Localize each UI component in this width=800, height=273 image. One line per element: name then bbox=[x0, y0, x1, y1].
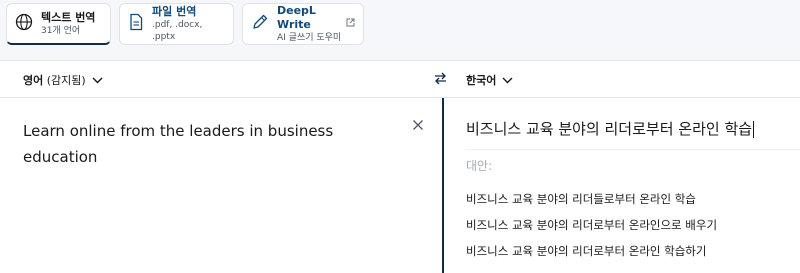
translation-output[interactable]: 비즈니스 교육 분야의 리더로부터 온라인 학습 bbox=[466, 118, 755, 140]
tab-text-translation[interactable]: 텍스트 번역 31개 언어 bbox=[6, 3, 111, 45]
source-text-input[interactable]: Learn online from the leaders in busines… bbox=[23, 118, 393, 170]
document-icon bbox=[128, 13, 144, 35]
globe-icon bbox=[15, 13, 33, 35]
tab-file-translation[interactable]: 파일 번역 .pdf, .docx, .pptx bbox=[119, 3, 234, 45]
tab-subtitle: AI 글쓰기 도우미 bbox=[277, 33, 342, 43]
chevron-down-icon bbox=[502, 74, 513, 87]
source-language-name: 영어 bbox=[23, 74, 44, 87]
detected-label: (감지됨) bbox=[46, 74, 86, 87]
alternative-item[interactable]: 비즈니스 교육 분야의 리더로부터 온라인으로 배우기 bbox=[466, 212, 717, 238]
translator-panels: 영어 (감지됨) 한국어 Learn online from the leade… bbox=[0, 60, 800, 273]
language-bar: 영어 (감지됨) 한국어 bbox=[0, 61, 800, 98]
chevron-down-icon bbox=[92, 74, 103, 87]
source-panel: Learn online from the leaders in busines… bbox=[0, 98, 442, 273]
swap-languages-icon[interactable] bbox=[433, 71, 448, 90]
tab-subtitle: .pdf, .docx, .pptx bbox=[152, 20, 203, 42]
target-language-select[interactable]: 한국어 bbox=[466, 72, 513, 88]
text-caret bbox=[753, 121, 755, 138]
source-language-select[interactable]: 영어 (감지됨) bbox=[23, 72, 103, 88]
alternative-item[interactable]: 비즈니스 교육 분야의 리더들로부터 온라인 학습 bbox=[466, 186, 717, 212]
tab-title: 파일 번역 bbox=[152, 5, 197, 18]
alternatives-list: 비즈니스 교육 분야의 리더들로부터 온라인 학습 비즈니스 교육 분야의 리더… bbox=[466, 186, 717, 264]
external-link-icon bbox=[346, 12, 355, 31]
tab-subtitle: 31개 언어 bbox=[41, 25, 81, 36]
target-language-name: 한국어 bbox=[466, 74, 497, 87]
pen-icon bbox=[251, 13, 269, 35]
tab-title: 텍스트 번역 bbox=[41, 10, 96, 24]
alternative-item[interactable]: 비즈니스 교육 분야의 리더로부터 온라인 학습하기 bbox=[466, 238, 717, 264]
target-panel: 비즈니스 교육 분야의 리더로부터 온라인 학습 대안: 비즈니스 교육 분야의… bbox=[442, 98, 800, 273]
tab-deepl-write[interactable]: DeepL Write AI 글쓰기 도우미 bbox=[242, 3, 364, 45]
tab-title: DeepL Write bbox=[277, 4, 316, 31]
clear-text-icon[interactable] bbox=[412, 116, 424, 135]
divider bbox=[466, 149, 800, 150]
alternatives-label: 대안: bbox=[466, 159, 493, 173]
translation-text: 비즈니스 교육 분야의 리더로부터 온라인 학습 bbox=[466, 120, 753, 138]
mode-tabs: 텍스트 번역 31개 언어 파일 번역 .pdf, .docx, .pptx D… bbox=[6, 3, 364, 45]
deepl-translator: 텍스트 번역 31개 언어 파일 번역 .pdf, .docx, .pptx D… bbox=[0, 0, 800, 273]
